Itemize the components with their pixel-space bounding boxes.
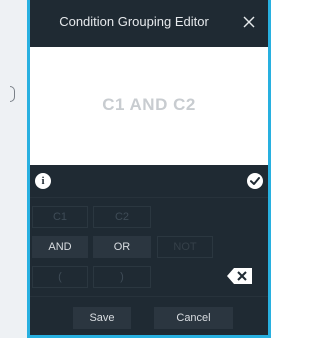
divider xyxy=(30,296,268,297)
expression-preview: C1 AND C2 xyxy=(30,47,268,165)
save-button[interactable]: Save xyxy=(73,307,131,329)
info-icon[interactable]: i xyxy=(35,173,51,189)
condition-grouping-dialog: Condition Grouping Editor C1 AND C2 i C1… xyxy=(27,0,271,338)
dialog-title: Condition Grouping Editor xyxy=(59,14,209,29)
condition-button-c1[interactable]: C1 xyxy=(32,206,88,228)
divider xyxy=(30,197,268,198)
close-icon[interactable] xyxy=(238,11,260,33)
background-bracket-icon xyxy=(10,86,15,102)
open-paren-button[interactable]: ( xyxy=(32,266,88,288)
info-row: i xyxy=(30,165,268,197)
operator-button-not[interactable]: NOT xyxy=(157,236,213,258)
operator-button-and[interactable]: AND xyxy=(32,236,88,258)
backspace-icon[interactable] xyxy=(226,267,254,285)
cancel-button[interactable]: Cancel xyxy=(154,307,233,329)
background-page-strip xyxy=(0,0,28,338)
expression-text: C1 AND C2 xyxy=(102,95,196,114)
dialog-titlebar: Condition Grouping Editor xyxy=(30,0,268,47)
condition-button-c2[interactable]: C2 xyxy=(93,206,151,228)
close-paren-button[interactable]: ) xyxy=(93,266,151,288)
check-circle-icon[interactable] xyxy=(247,173,263,189)
operator-button-or[interactable]: OR xyxy=(93,236,151,258)
